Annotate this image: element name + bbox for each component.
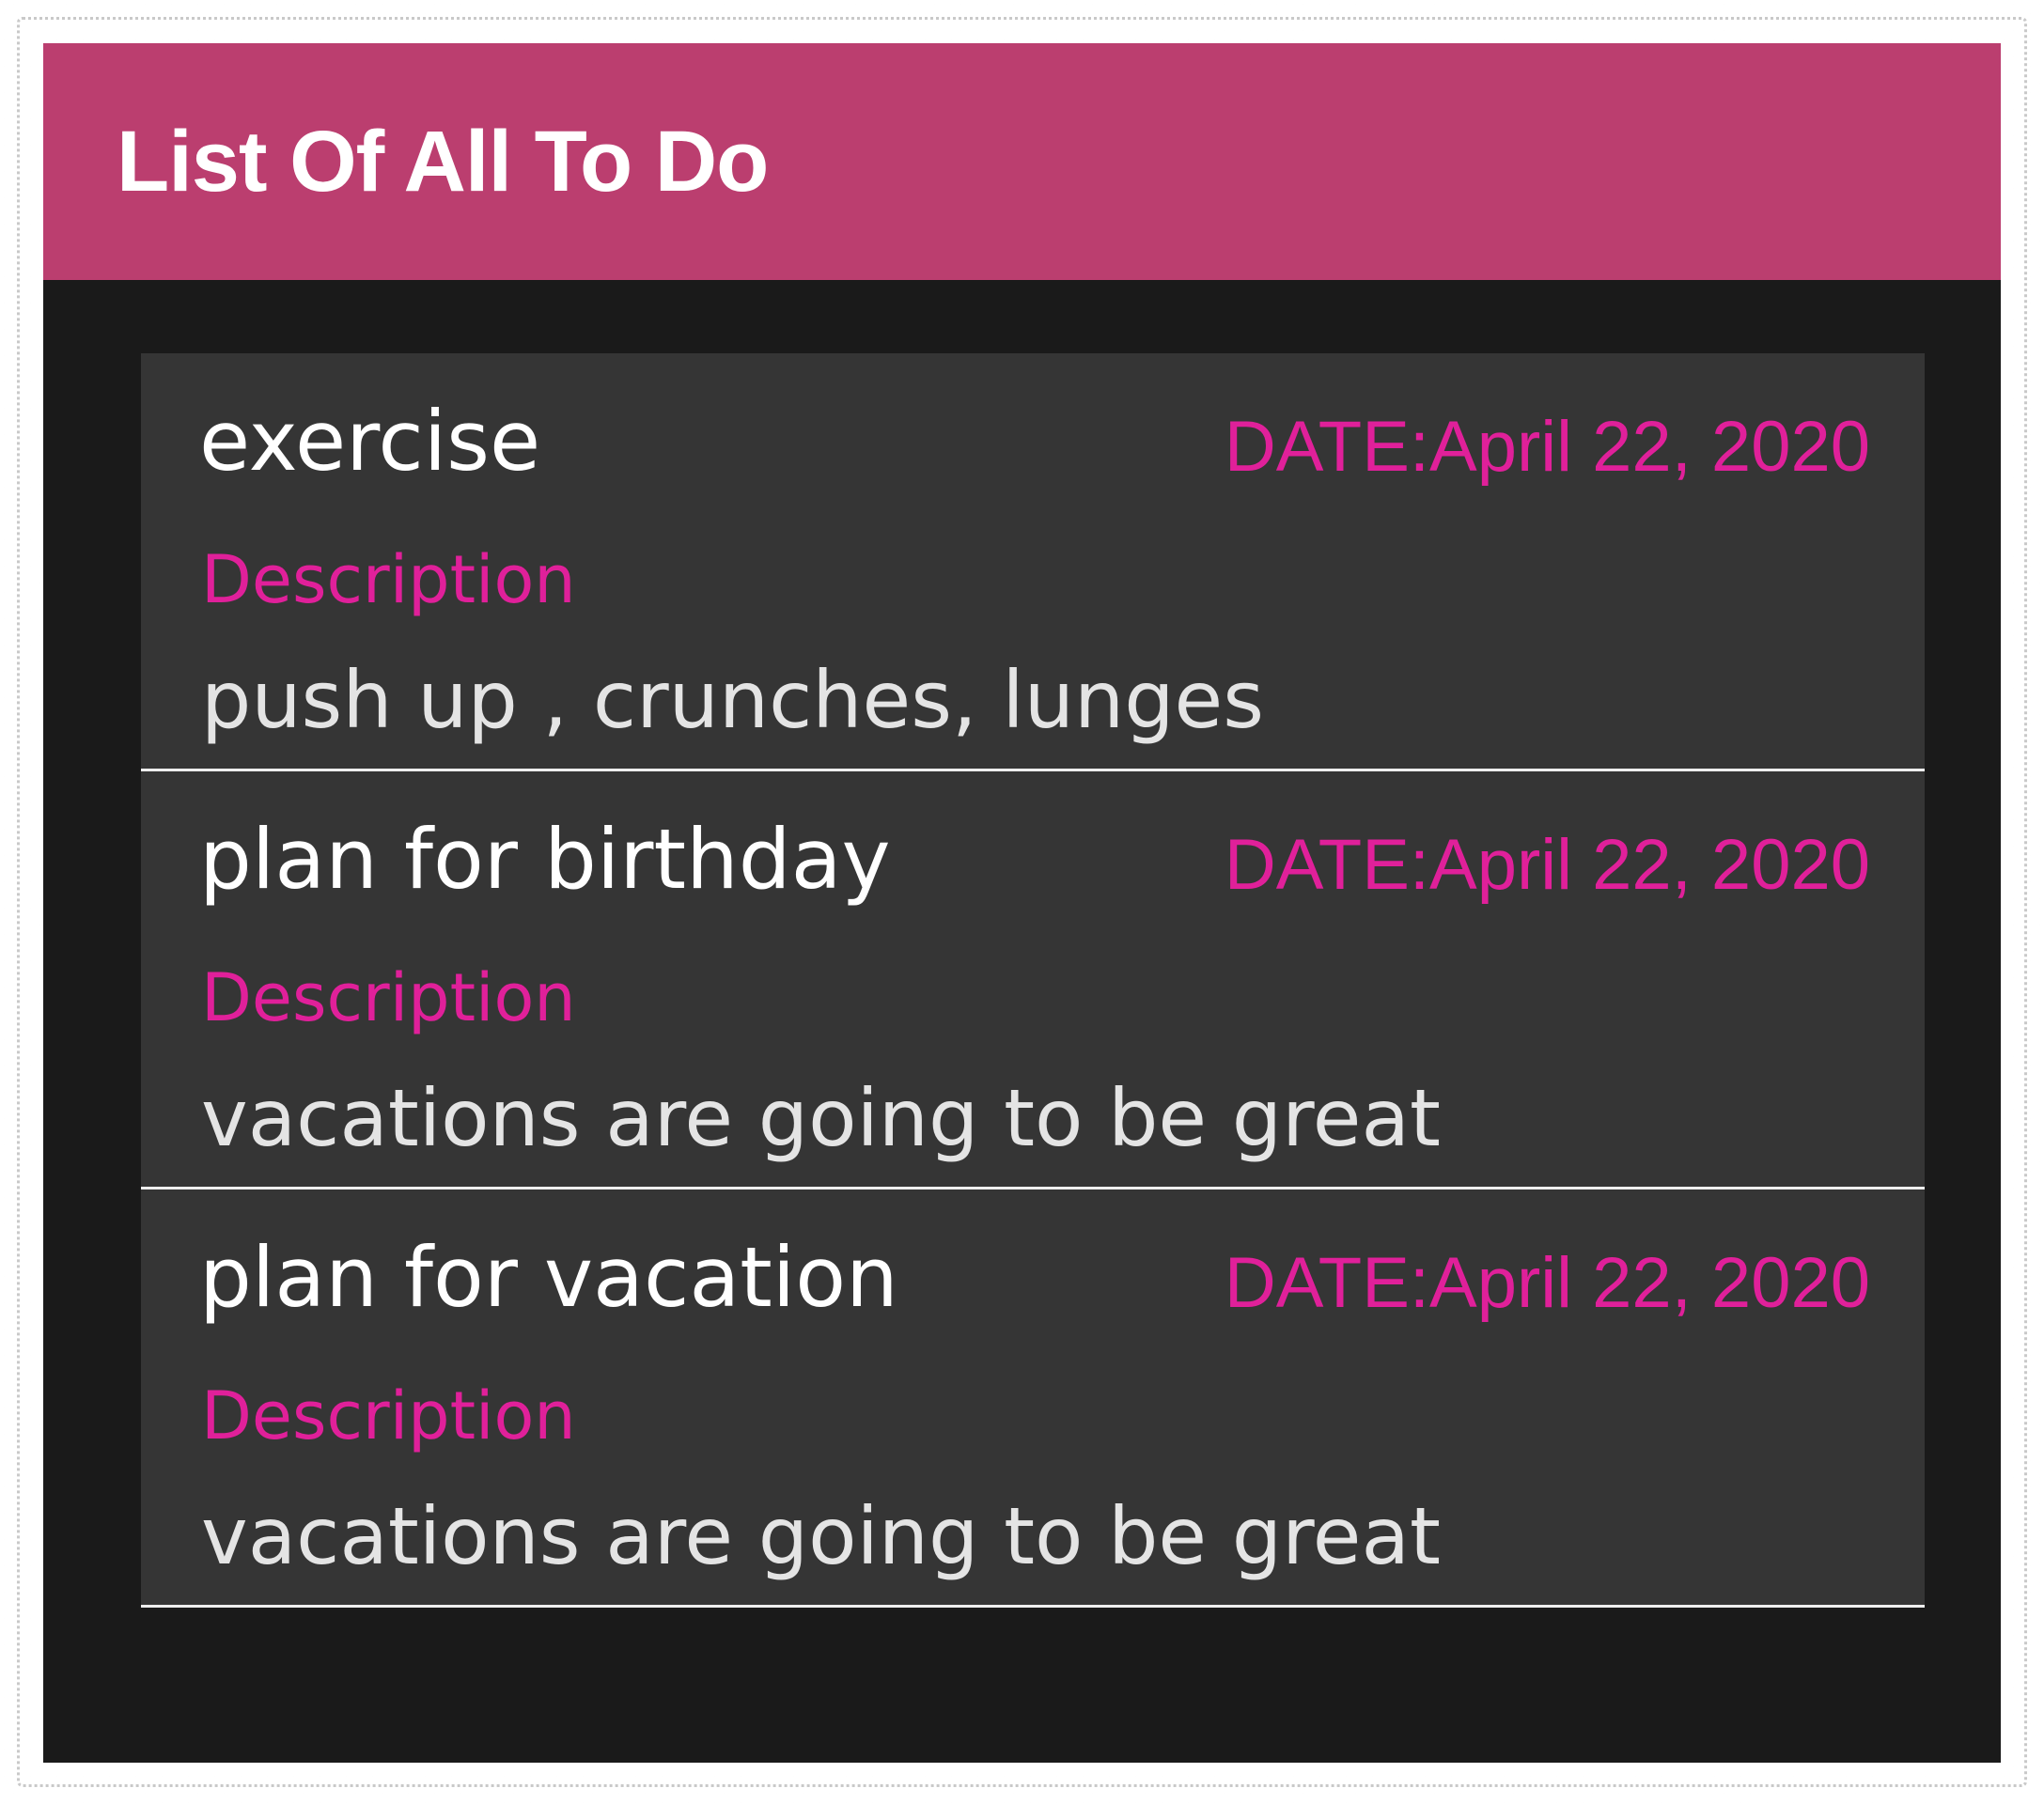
todo-item[interactable]: plan for vacation DATE:April 22, 2020 De… — [141, 1190, 1925, 1608]
todo-title: plan for birthday — [199, 811, 891, 908]
todo-list: exercise DATE:April 22, 2020 Description… — [141, 353, 1925, 1608]
todo-item[interactable]: plan for birthday DATE:April 22, 2020 De… — [141, 771, 1925, 1190]
todo-title: exercise — [199, 393, 541, 490]
todo-description: vacations are going to be great — [201, 1072, 1441, 1164]
todo-description-label: Description — [201, 959, 576, 1036]
app-screen: List Of All To Do exercise DATE:April 22… — [43, 43, 2001, 1763]
app-bar: List Of All To Do — [43, 43, 2001, 280]
todo-description-label: Description — [201, 541, 576, 618]
todo-description-label: Description — [201, 1377, 576, 1454]
todo-date: DATE:April 22, 2020 — [1224, 1243, 1870, 1323]
todo-item[interactable]: exercise DATE:April 22, 2020 Description… — [141, 353, 1925, 771]
todo-description: push up , crunches, lunges — [201, 654, 1264, 746]
todo-description: vacations are going to be great — [201, 1490, 1441, 1582]
todo-title: plan for vacation — [199, 1229, 898, 1326]
todo-date: DATE:April 22, 2020 — [1224, 407, 1870, 487]
todo-date: DATE:April 22, 2020 — [1224, 825, 1870, 905]
app-title: List Of All To Do — [117, 114, 769, 210]
